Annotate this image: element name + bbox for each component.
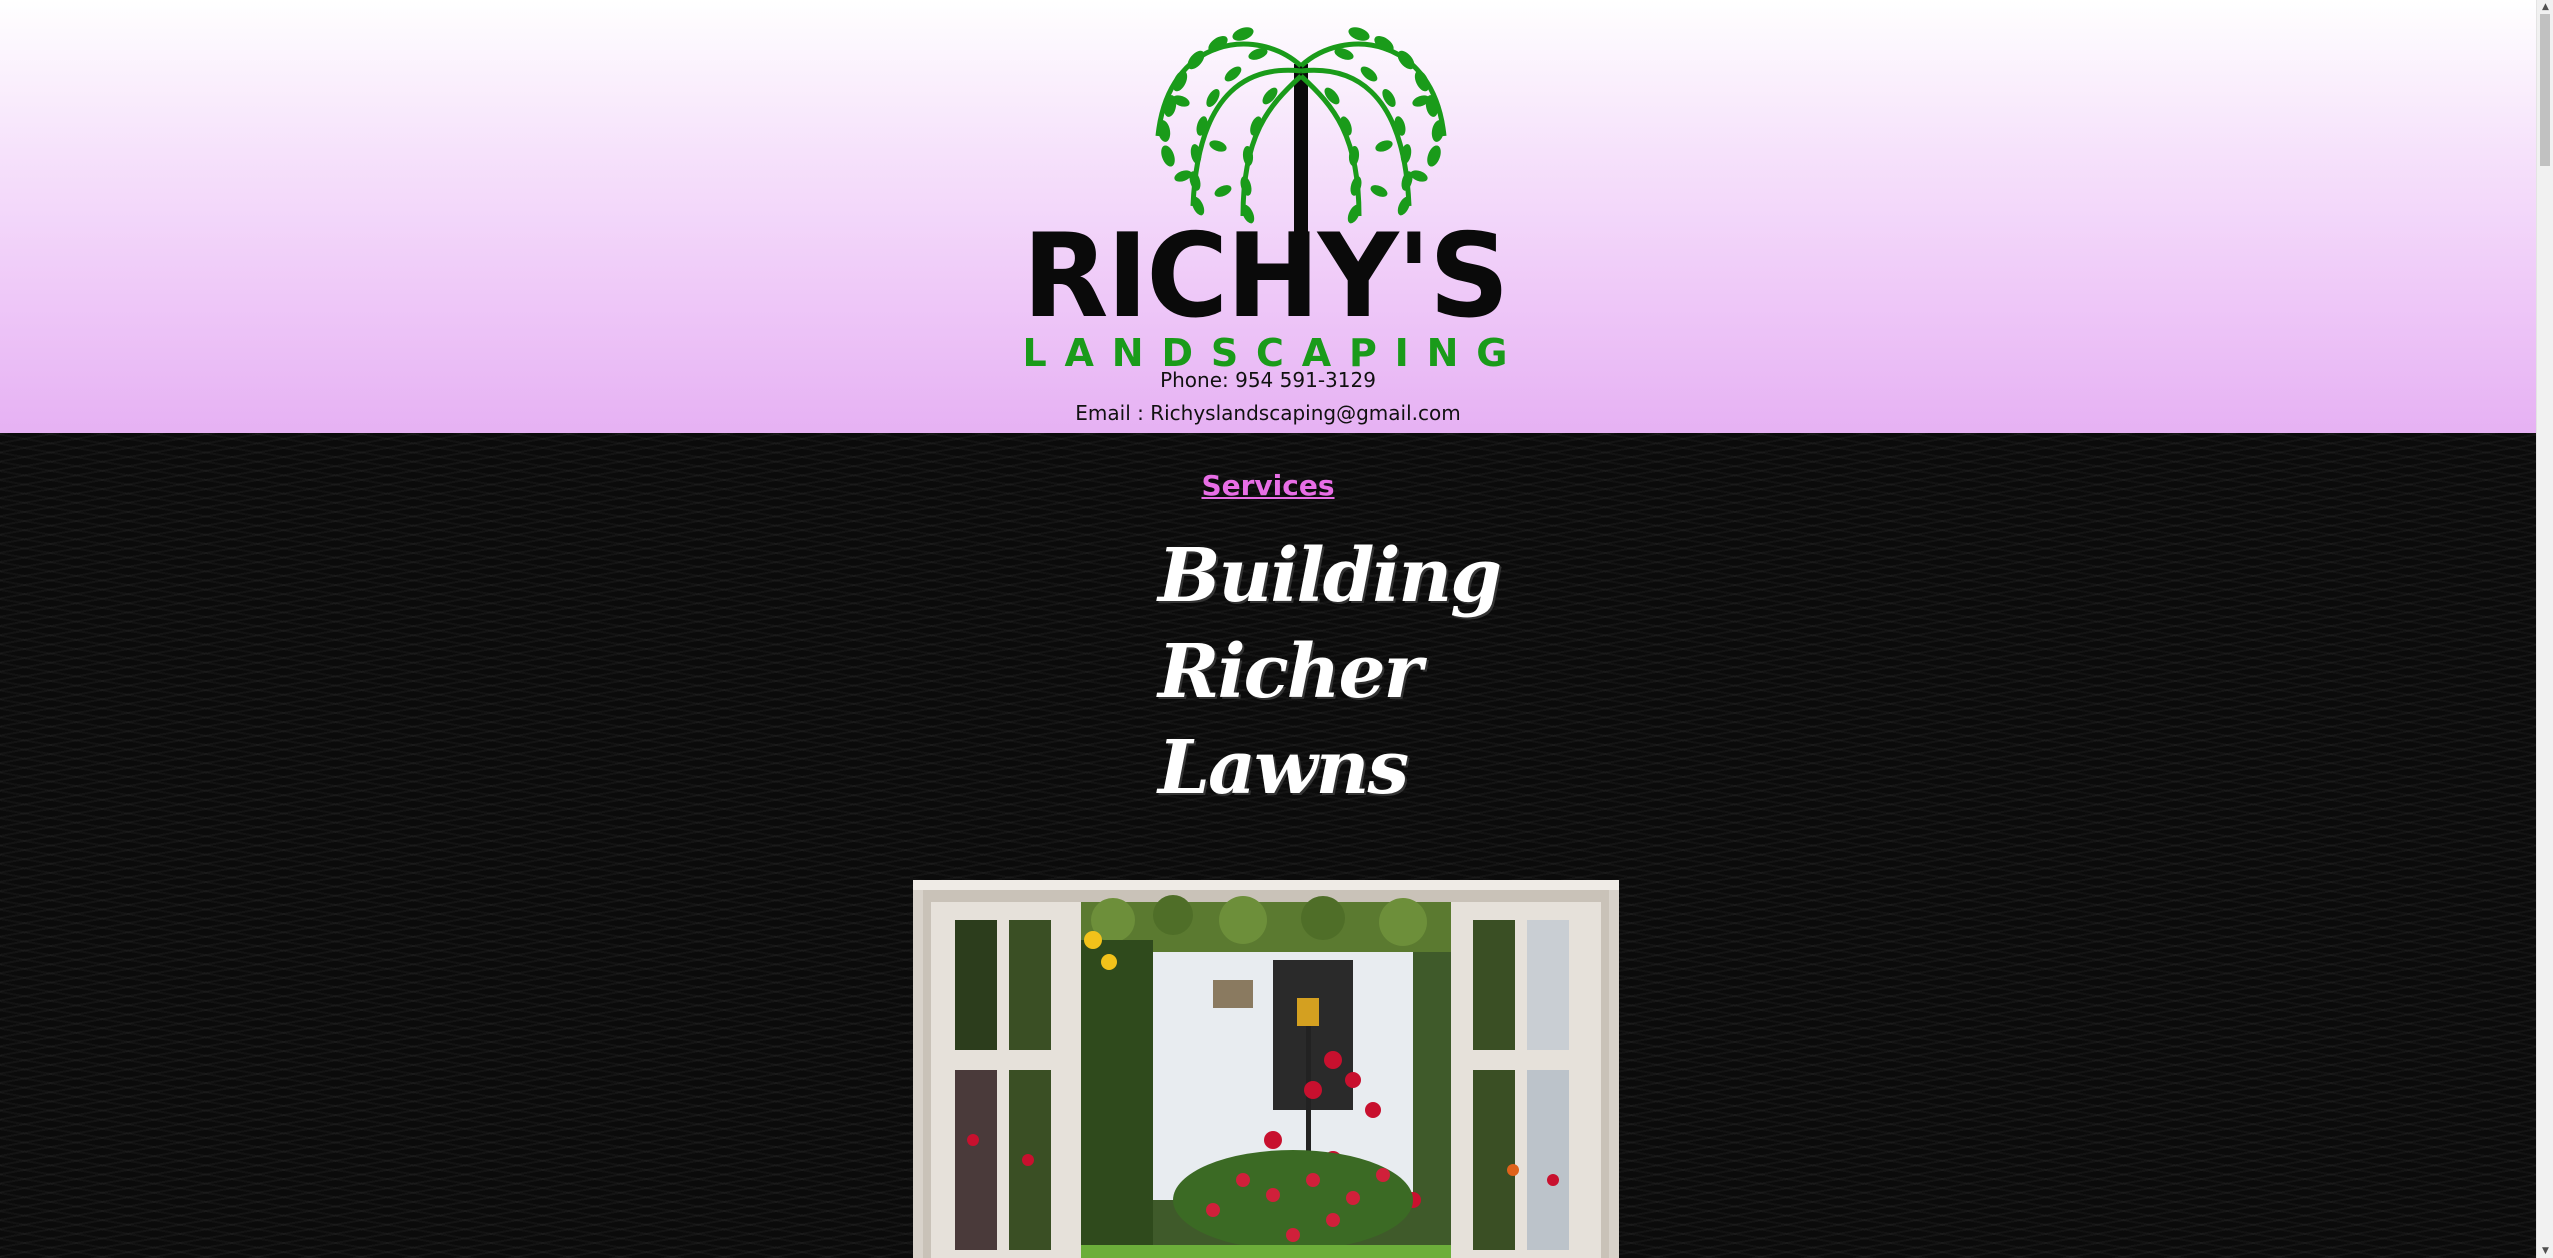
services-link[interactable]: Services xyxy=(0,469,2536,502)
open-window-garden-image xyxy=(913,880,1619,1258)
scroll-up-arrow-icon[interactable]: ▲ xyxy=(2537,0,2553,14)
main-section: Services Building Richer Lawns xyxy=(0,433,2536,1258)
site-header: RICHY'S LANDSCAPING Phone: 954 591-3129 … xyxy=(0,0,2536,433)
richys-landscaping-logo[interactable]: RICHY'S LANDSCAPING xyxy=(1018,26,1513,371)
slogan-line-richer: Richer xyxy=(1158,629,1423,715)
scroll-thumb[interactable] xyxy=(2540,14,2550,166)
vertical-scrollbar[interactable]: ▲ ▼ xyxy=(2536,0,2553,1258)
page: RICHY'S LANDSCAPING Phone: 954 591-3129 … xyxy=(0,0,2553,1258)
slogan-line-lawns: Lawns xyxy=(1158,725,1409,811)
email-address: Email : Richyslandscaping@gmail.com xyxy=(1075,401,1461,425)
slogan: Building Richer Lawns xyxy=(1158,528,1502,816)
phone-number: Phone: 954 591-3129 xyxy=(1160,368,1376,392)
scroll-down-arrow-icon[interactable]: ▼ xyxy=(2537,1244,2553,1258)
slogan-line-building: Building xyxy=(1158,533,1502,619)
logo-name: RICHY'S xyxy=(1023,209,1508,344)
